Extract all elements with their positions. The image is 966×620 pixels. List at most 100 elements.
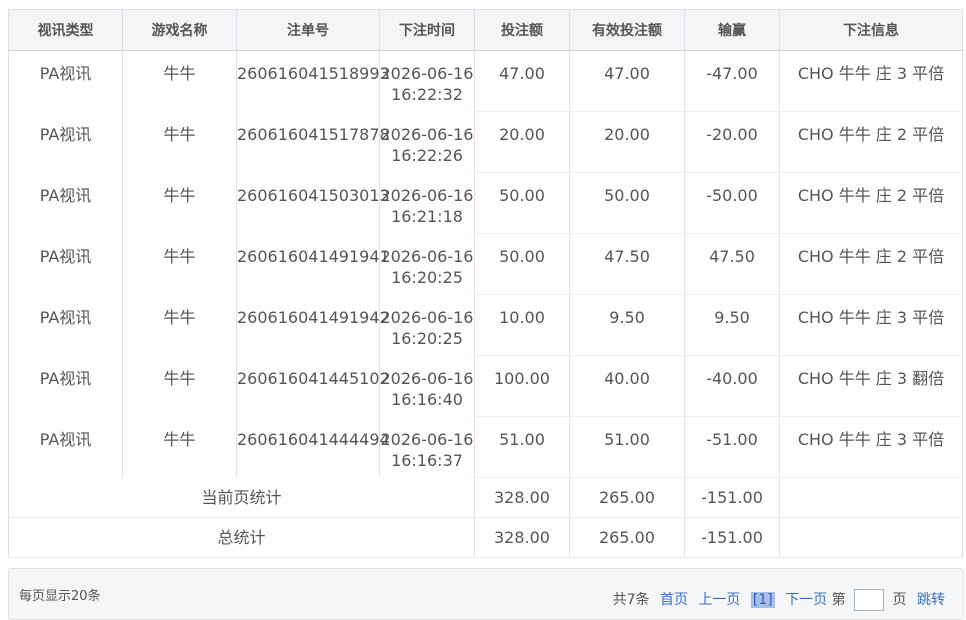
- cell-win-loss: -50.00: [684, 172, 780, 234]
- bet-date: 2026-06-16: [380, 64, 474, 83]
- cell-order-number: 260616041491942: [236, 294, 390, 356]
- grand-total-valid: 265.00: [569, 517, 685, 558]
- goto-prefix: 第: [831, 592, 846, 608]
- cell-bet-info: CHO 牛牛 庄 3 平倍: [779, 416, 963, 478]
- next-page-link[interactable]: 下一页: [785, 592, 827, 608]
- cell-game-name: 牛牛: [122, 294, 237, 356]
- page-total-valid: 265.00: [569, 477, 685, 518]
- cell-order-number: 260616041518993: [236, 50, 390, 112]
- cell-game-name: 牛牛: [122, 233, 237, 295]
- cell-valid-bet: 20.00: [569, 111, 685, 173]
- table-row: PA视讯 牛牛 260616041491942 2026-06-16 16:20:…: [8, 294, 963, 356]
- cell-win-loss: -20.00: [684, 111, 780, 173]
- cell-bet-info: CHO 牛牛 庄 3 平倍: [779, 294, 963, 356]
- cell-bet-time: 2026-06-16 16:22:26: [379, 111, 475, 173]
- cell-bet-amount: 47.00: [474, 50, 570, 112]
- cell-bet-time: 2026-06-16 16:21:18: [379, 172, 475, 234]
- cell-game-name: 牛牛: [122, 50, 237, 112]
- page-total-winloss: -151.00: [684, 477, 780, 518]
- grand-total-empty: [779, 517, 963, 558]
- cell-bet-info: CHO 牛牛 庄 2 平倍: [779, 111, 963, 173]
- bet-date: 2026-06-16: [380, 307, 474, 327]
- bet-records-panel: 视讯类型 游戏名称 注单号 下注时间 投注额 有效投注额 输赢 下注信息 PA视…: [8, 9, 963, 558]
- current-page[interactable]: [1]: [750, 592, 775, 608]
- cell-game-name: 牛牛: [122, 111, 237, 173]
- cell-bet-amount: 100.00: [474, 355, 570, 417]
- page-total-label: 当前页统计: [8, 477, 475, 518]
- page-total-bet: 328.00: [474, 477, 570, 518]
- cell-valid-bet: 47.50: [569, 233, 685, 295]
- total-count: 共7条: [612, 592, 650, 608]
- cell-bet-time: 2026-06-16 16:22:32: [379, 50, 475, 112]
- cell-video-type: PA视讯: [8, 416, 123, 478]
- cell-bet-time: 2026-06-16 16:20:25: [379, 233, 475, 295]
- bet-records-table: 视讯类型 游戏名称 注单号 下注时间 投注额 有效投注额 输赢 下注信息 PA视…: [8, 9, 963, 558]
- cell-video-type: PA视讯: [8, 294, 123, 356]
- cell-order-number: 260616041503013: [236, 172, 390, 234]
- header-valid-bet: 有效投注额: [569, 9, 685, 51]
- bet-clock: 16:20:25: [391, 267, 463, 287]
- cell-win-loss: -47.00: [684, 50, 780, 112]
- pagination-bar: 每页显示20条 共7条 首页 上一页 [1] 下一页 第 页 跳转: [8, 568, 964, 620]
- table-row: PA视讯 牛牛 260616041491941 2026-06-16 16:20:…: [8, 233, 963, 295]
- page-number-input[interactable]: [854, 589, 885, 611]
- header-bet-amount: 投注额: [474, 9, 570, 51]
- bet-clock: 16:16:40: [391, 389, 463, 409]
- cell-game-name: 牛牛: [122, 172, 237, 234]
- prev-page-link[interactable]: 上一页: [698, 592, 740, 608]
- cell-win-loss: 9.50: [684, 294, 780, 356]
- cell-win-loss: -40.00: [684, 355, 780, 417]
- cell-bet-info: CHO 牛牛 庄 3 平倍: [779, 50, 963, 112]
- cell-bet-amount: 51.00: [474, 416, 570, 478]
- cell-valid-bet: 50.00: [569, 172, 685, 234]
- cell-game-name: 牛牛: [122, 355, 237, 417]
- bet-clock: 16:22:26: [391, 145, 463, 165]
- cell-order-number: 260616041445102: [236, 355, 390, 417]
- table-row: PA视讯 牛牛 260616041445102 2026-06-16 16:16:…: [8, 355, 963, 417]
- bet-date: 2026-06-16: [380, 124, 474, 144]
- bet-date: 2026-06-16: [380, 185, 474, 205]
- cell-bet-amount: 50.00: [474, 233, 570, 295]
- cell-valid-bet: 47.00: [569, 50, 685, 112]
- bet-clock: 16:21:18: [391, 206, 463, 226]
- page-total-empty: [779, 477, 963, 518]
- jump-button[interactable]: 跳转: [917, 592, 945, 608]
- cell-game-name: 牛牛: [122, 416, 237, 478]
- bet-date: 2026-06-16: [380, 429, 474, 449]
- cell-video-type: PA视讯: [8, 172, 123, 234]
- cell-win-loss: -51.00: [684, 416, 780, 478]
- cell-bet-info: CHO 牛牛 庄 2 平倍: [779, 172, 963, 234]
- cell-bet-time: 2026-06-16 16:16:37: [379, 416, 475, 478]
- cell-bet-amount: 20.00: [474, 111, 570, 173]
- cell-video-type: PA视讯: [8, 50, 123, 112]
- header-game-name: 游戏名称: [122, 9, 237, 51]
- pagination-controls: 共7条 首页 上一页 [1] 下一页 第 页 跳转: [613, 589, 945, 611]
- bet-clock: 16:16:37: [391, 450, 463, 470]
- header-bet-info: 下注信息: [779, 9, 963, 51]
- page-total-row: 当前页统计 328.00 265.00 -151.00: [8, 477, 963, 518]
- cell-order-number: 260616041517878: [236, 111, 390, 173]
- header-bet-time: 下注时间: [379, 9, 475, 51]
- bet-clock: 16:20:25: [391, 328, 463, 348]
- cell-valid-bet: 40.00: [569, 355, 685, 417]
- cell-bet-time: 2026-06-16 16:20:25: [379, 294, 475, 356]
- cell-win-loss: 47.50: [684, 233, 780, 295]
- table-row: PA视讯 牛牛 260616041503013 2026-06-16 16:21:…: [8, 172, 963, 234]
- grand-total-winloss: -151.00: [684, 517, 780, 558]
- cell-bet-amount: 50.00: [474, 172, 570, 234]
- goto-suffix: 页: [892, 592, 907, 608]
- per-page-text: 每页显示20条: [19, 589, 101, 604]
- table-row: PA视讯 牛牛 260616041517878 2026-06-16 16:22:…: [8, 111, 963, 173]
- cell-valid-bet: 51.00: [569, 416, 685, 478]
- grand-total-row: 总统计 328.00 265.00 -151.00: [8, 517, 963, 558]
- first-page-link[interactable]: 首页: [660, 592, 688, 608]
- header-win-loss: 输赢: [684, 9, 780, 51]
- cell-bet-info: CHO 牛牛 庄 2 平倍: [779, 233, 963, 295]
- cell-order-number: 260616041491941: [236, 233, 390, 295]
- bet-clock: 16:22:32: [391, 85, 463, 104]
- header-video-type: 视讯类型: [8, 9, 123, 51]
- cell-video-type: PA视讯: [8, 233, 123, 295]
- cell-bet-amount: 10.00: [474, 294, 570, 356]
- bet-date: 2026-06-16: [380, 246, 474, 266]
- cell-video-type: PA视讯: [8, 111, 123, 173]
